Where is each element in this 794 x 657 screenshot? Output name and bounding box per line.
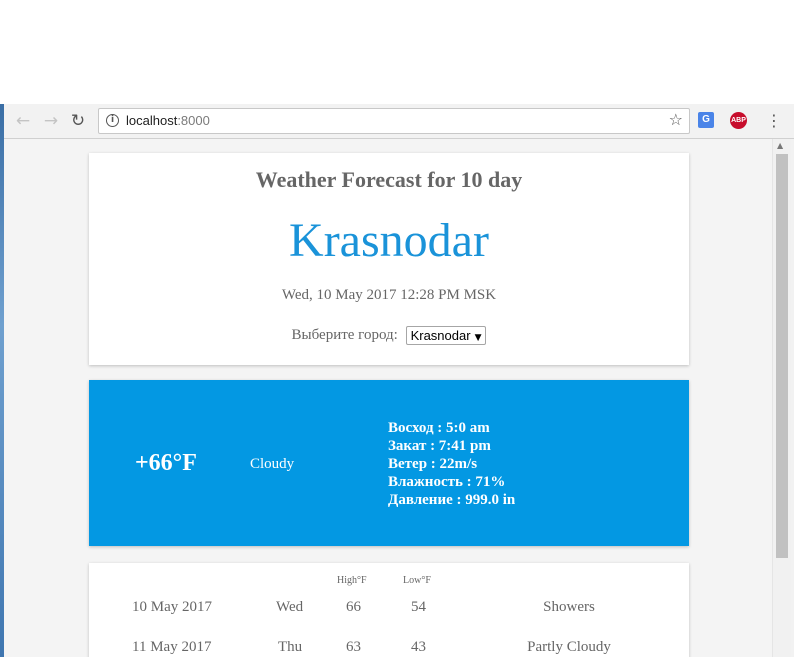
forecast-card: High°F Low°F 10 May 2017 Wed 66 54 Showe…	[89, 563, 689, 657]
browser-toolbar: ← → ↻ i localhost:8000 ☆ G ABP ⋮	[4, 104, 794, 139]
weather-details: Восход : 5:0 am Закат : 7:41 pm Ветер : …	[388, 419, 515, 509]
translate-extension-icon[interactable]: G	[698, 112, 714, 128]
url-host: localhost	[126, 113, 178, 128]
city-name: Krasnodar	[289, 214, 489, 267]
forecast-high: 66	[346, 599, 361, 615]
current-datetime: Wed, 10 May 2017 12:28 PM MSK	[281, 287, 497, 303]
forecast-day: Wed	[276, 599, 304, 615]
back-button[interactable]: ←	[12, 110, 34, 132]
forward-button[interactable]: →	[40, 110, 62, 132]
browser-window: ← → ↻ i localhost:8000 ☆ G ABP ⋮ Weather…	[4, 104, 794, 657]
forecast-date: 10 May 2017	[132, 599, 212, 615]
city-select-label: Выберите город:	[291, 326, 398, 343]
forecast-condition: Partly Cloudy	[527, 639, 611, 655]
city-select-value: Krasnodar	[410, 328, 471, 343]
city-select[interactable]: Krasnodar ▼	[405, 326, 487, 345]
current-condition: Cloudy	[250, 456, 295, 472]
forecast-date: 11 May 2017	[132, 639, 212, 655]
pressure-detail: Давление : 999.0 in	[388, 492, 516, 508]
wind-detail: Ветер : 22m/s	[388, 456, 478, 472]
humidity-detail: Влажность : 71%	[388, 474, 506, 490]
low-column-header: Low°F	[403, 575, 431, 586]
top-blank-area	[0, 0, 794, 104]
scrollbar-thumb[interactable]	[776, 154, 788, 558]
adblock-extension-icon[interactable]: ABP	[730, 112, 747, 129]
reload-button[interactable]: ↻	[67, 110, 89, 132]
high-column-header: High°F	[337, 575, 367, 586]
forecast-condition: Showers	[543, 599, 595, 615]
page-viewport: Weather Forecast for 10 day Krasnodar We…	[4, 139, 772, 657]
current-weather-card: +66°F Cloudy Восход : 5:0 am Закат : 7:4…	[89, 380, 689, 546]
dropdown-arrow-icon: ▼	[474, 333, 482, 343]
scroll-up-arrow-icon[interactable]: ▲	[777, 141, 783, 150]
address-bar[interactable]: i localhost:8000 ☆	[98, 108, 690, 134]
bookmark-star-icon[interactable]: ☆	[669, 110, 683, 129]
city-select-row: Выберите город: Krasnodar ▼	[89, 326, 689, 345]
header-card: Weather Forecast for 10 day Krasnodar We…	[89, 153, 689, 365]
browser-menu-icon[interactable]: ⋮	[766, 110, 782, 132]
vertical-scrollbar[interactable]: ▲	[772, 139, 791, 657]
forecast-high: 63	[346, 639, 361, 655]
current-temperature: +66°F	[135, 450, 197, 476]
page-title: Weather Forecast for 10 day	[255, 167, 523, 192]
sunrise-detail: Восход : 5:0 am	[388, 420, 490, 436]
forecast-day: Thu	[278, 639, 303, 655]
sunset-detail: Закат : 7:41 pm	[388, 438, 491, 454]
url-port: :8000	[177, 113, 210, 128]
forecast-low: 54	[411, 599, 426, 615]
url-text[interactable]: localhost:8000	[126, 113, 210, 128]
forecast-low: 43	[411, 639, 426, 655]
info-icon[interactable]: i	[106, 114, 119, 127]
